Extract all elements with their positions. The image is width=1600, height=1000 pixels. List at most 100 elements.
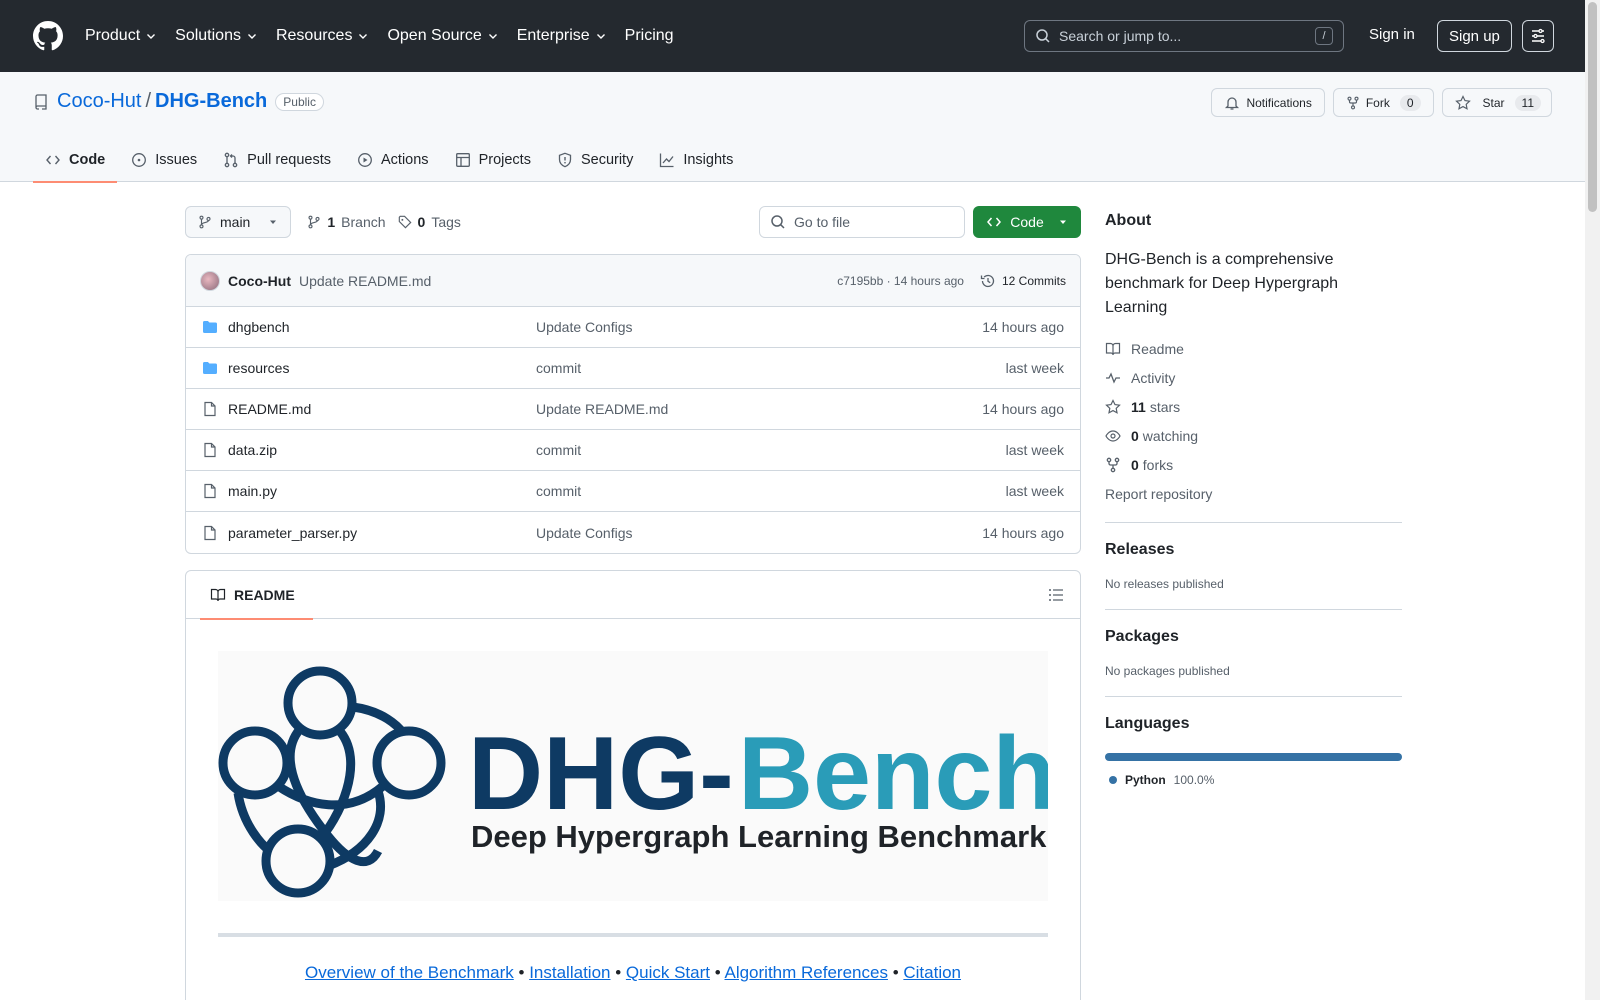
nav-resources[interactable]: Resources [276,27,369,45]
nav-enterprise[interactable]: Enterprise [517,27,607,45]
activity-link[interactable]: Activity [1105,363,1402,392]
branch-icon [199,215,211,229]
folder-icon [203,362,217,374]
file-name-link[interactable]: data.zip [228,442,277,458]
notifications-button[interactable]: Notifications [1211,88,1325,117]
tab-projects[interactable]: Projects [443,138,543,182]
readme-header: README [186,571,1080,620]
settings-menu-button[interactable] [1522,20,1554,52]
graph-icon [660,153,674,168]
file-name-link[interactable]: main.py [228,483,277,499]
global-nav: Product Solutions Resources Open Source … [85,27,692,45]
file-icon [204,483,216,499]
tags-link[interactable]: 0 Tags [398,214,461,230]
history-icon [980,274,995,287]
repo-sidebar: About DHG-Bench is a comprehensive bench… [1105,206,1402,787]
file-commit-message[interactable]: Update Configs [536,319,982,335]
page-scrollbar[interactable] [1585,0,1600,1000]
readme-link-algorithm-references[interactable]: Algorithm References [724,963,887,982]
shield-icon [558,152,572,168]
star-icon [1105,398,1121,414]
sign-up-button[interactable]: Sign up [1437,20,1512,52]
watching-link[interactable]: 0 watching [1105,421,1402,450]
tab-pull-requests[interactable]: Pull requests [211,138,343,182]
stars-link[interactable]: 11 stars [1105,392,1402,421]
packages-heading[interactable]: Packages [1105,628,1402,646]
file-name-link[interactable]: README.md [228,401,311,417]
file-commit-message[interactable]: commit [536,442,1006,458]
file-name-link[interactable]: dhgbench [228,319,290,335]
commits-history-link[interactable]: 12 Commits [980,273,1066,289]
repo-name-link[interactable]: DHG-Bench [155,90,267,113]
file-time: last week [1005,360,1064,376]
releases-empty-text: No releases published [1105,577,1224,591]
readme-link-installation[interactable]: Installation [529,963,610,982]
packages-section: Packages No packages published [1105,609,1402,678]
readme-divider [218,933,1048,937]
file-row[interactable]: dhgbench Update Configs 14 hours ago [186,307,1080,348]
tab-insights[interactable]: Insights [647,138,745,182]
caret-down-icon [1059,220,1066,224]
language-item[interactable]: Python 100.0% [1105,773,1402,787]
table-of-contents-button[interactable] [1048,587,1064,603]
repo-icon [35,93,47,110]
readme-tab[interactable]: README [200,571,313,620]
folder-icon [203,321,217,333]
github-logo-icon[interactable] [33,21,63,51]
book-icon [1105,342,1121,355]
file-name-link[interactable]: resources [228,360,289,376]
commit-sha-time[interactable]: c7195bb · 14 hours ago [837,274,964,288]
scrollbar-thumb[interactable] [1588,2,1597,212]
commit-message-link[interactable]: Update README.md [299,273,431,289]
nav-product[interactable]: Product [85,27,157,45]
branches-link[interactable]: 1 Branch [307,214,386,230]
readme-link-quick-start[interactable]: Quick Start [626,963,710,982]
repo-owner-link[interactable]: Coco-Hut [57,90,141,113]
nav-solutions[interactable]: Solutions [175,27,258,45]
file-row[interactable]: data.zip commit last week [186,430,1080,471]
commit-author-link[interactable]: Coco-Hut [228,273,291,289]
search-shortcut-key: / [1315,27,1333,45]
about-heading: About [1105,212,1152,229]
tab-issues[interactable]: Issues [119,138,209,182]
latest-commit: Coco-Hut Update README.md c7195bb · 14 h… [186,255,1080,307]
chevron-down-icon [147,34,156,39]
packages-empty-text: No packages published [1105,664,1230,678]
file-name-link[interactable]: parameter_parser.py [228,525,357,541]
star-counter: 11 [1514,94,1541,111]
file-icon [204,401,216,417]
readme-link-overview[interactable]: Overview of the Benchmark [305,963,514,982]
branch-selector-button[interactable]: main [185,206,292,238]
file-commit-message[interactable]: Update Configs [536,525,982,541]
star-button[interactable]: Star 11 [1441,88,1552,117]
file-row[interactable]: README.md Update README.md 14 hours ago [186,389,1080,430]
readme-link[interactable]: Readme [1105,334,1402,363]
nav-open-source[interactable]: Open Source [387,27,498,45]
tab-security[interactable]: Security [545,138,645,182]
code-dropdown-button[interactable]: Code [973,206,1081,238]
file-commit-message[interactable]: commit [536,360,1006,376]
fork-button[interactable]: Fork 0 [1332,88,1434,117]
avatar[interactable] [200,270,220,291]
readme-link-citation[interactable]: Citation [903,963,961,982]
releases-heading[interactable]: Releases [1105,541,1402,559]
report-repository-link[interactable]: Report repository [1105,479,1402,508]
repo-title: Coco-Hut / DHG-Bench Public [33,90,324,113]
file-list: dhgbench Update Configs 14 hours ago res… [186,307,1080,553]
releases-section: Releases No releases published [1105,522,1402,591]
readme-panel: README DHG- Bench Deep Hypergraph Learni… [185,570,1081,1000]
tab-code[interactable]: Code [33,138,118,183]
file-row[interactable]: main.py commit last week [186,471,1080,512]
file-commit-message[interactable]: commit [536,483,1006,499]
file-row[interactable]: resources commit last week [186,348,1080,389]
global-search-input[interactable]: Search or jump to... / [1024,20,1344,52]
nav-pricing[interactable]: Pricing [625,27,674,45]
banner-title-dhg: DHG- [468,716,734,832]
file-commit-message[interactable]: Update README.md [536,401,982,417]
about-description: DHG-Bench is a comprehensive benchmark f… [1105,251,1339,316]
forks-link[interactable]: 0 forks [1105,450,1402,479]
tab-actions[interactable]: Actions [345,138,441,182]
file-row[interactable]: parameter_parser.py Update Configs 14 ho… [186,512,1080,553]
go-to-file-input[interactable]: Go to file [759,206,965,238]
sign-in-link[interactable]: Sign in [1369,26,1415,43]
